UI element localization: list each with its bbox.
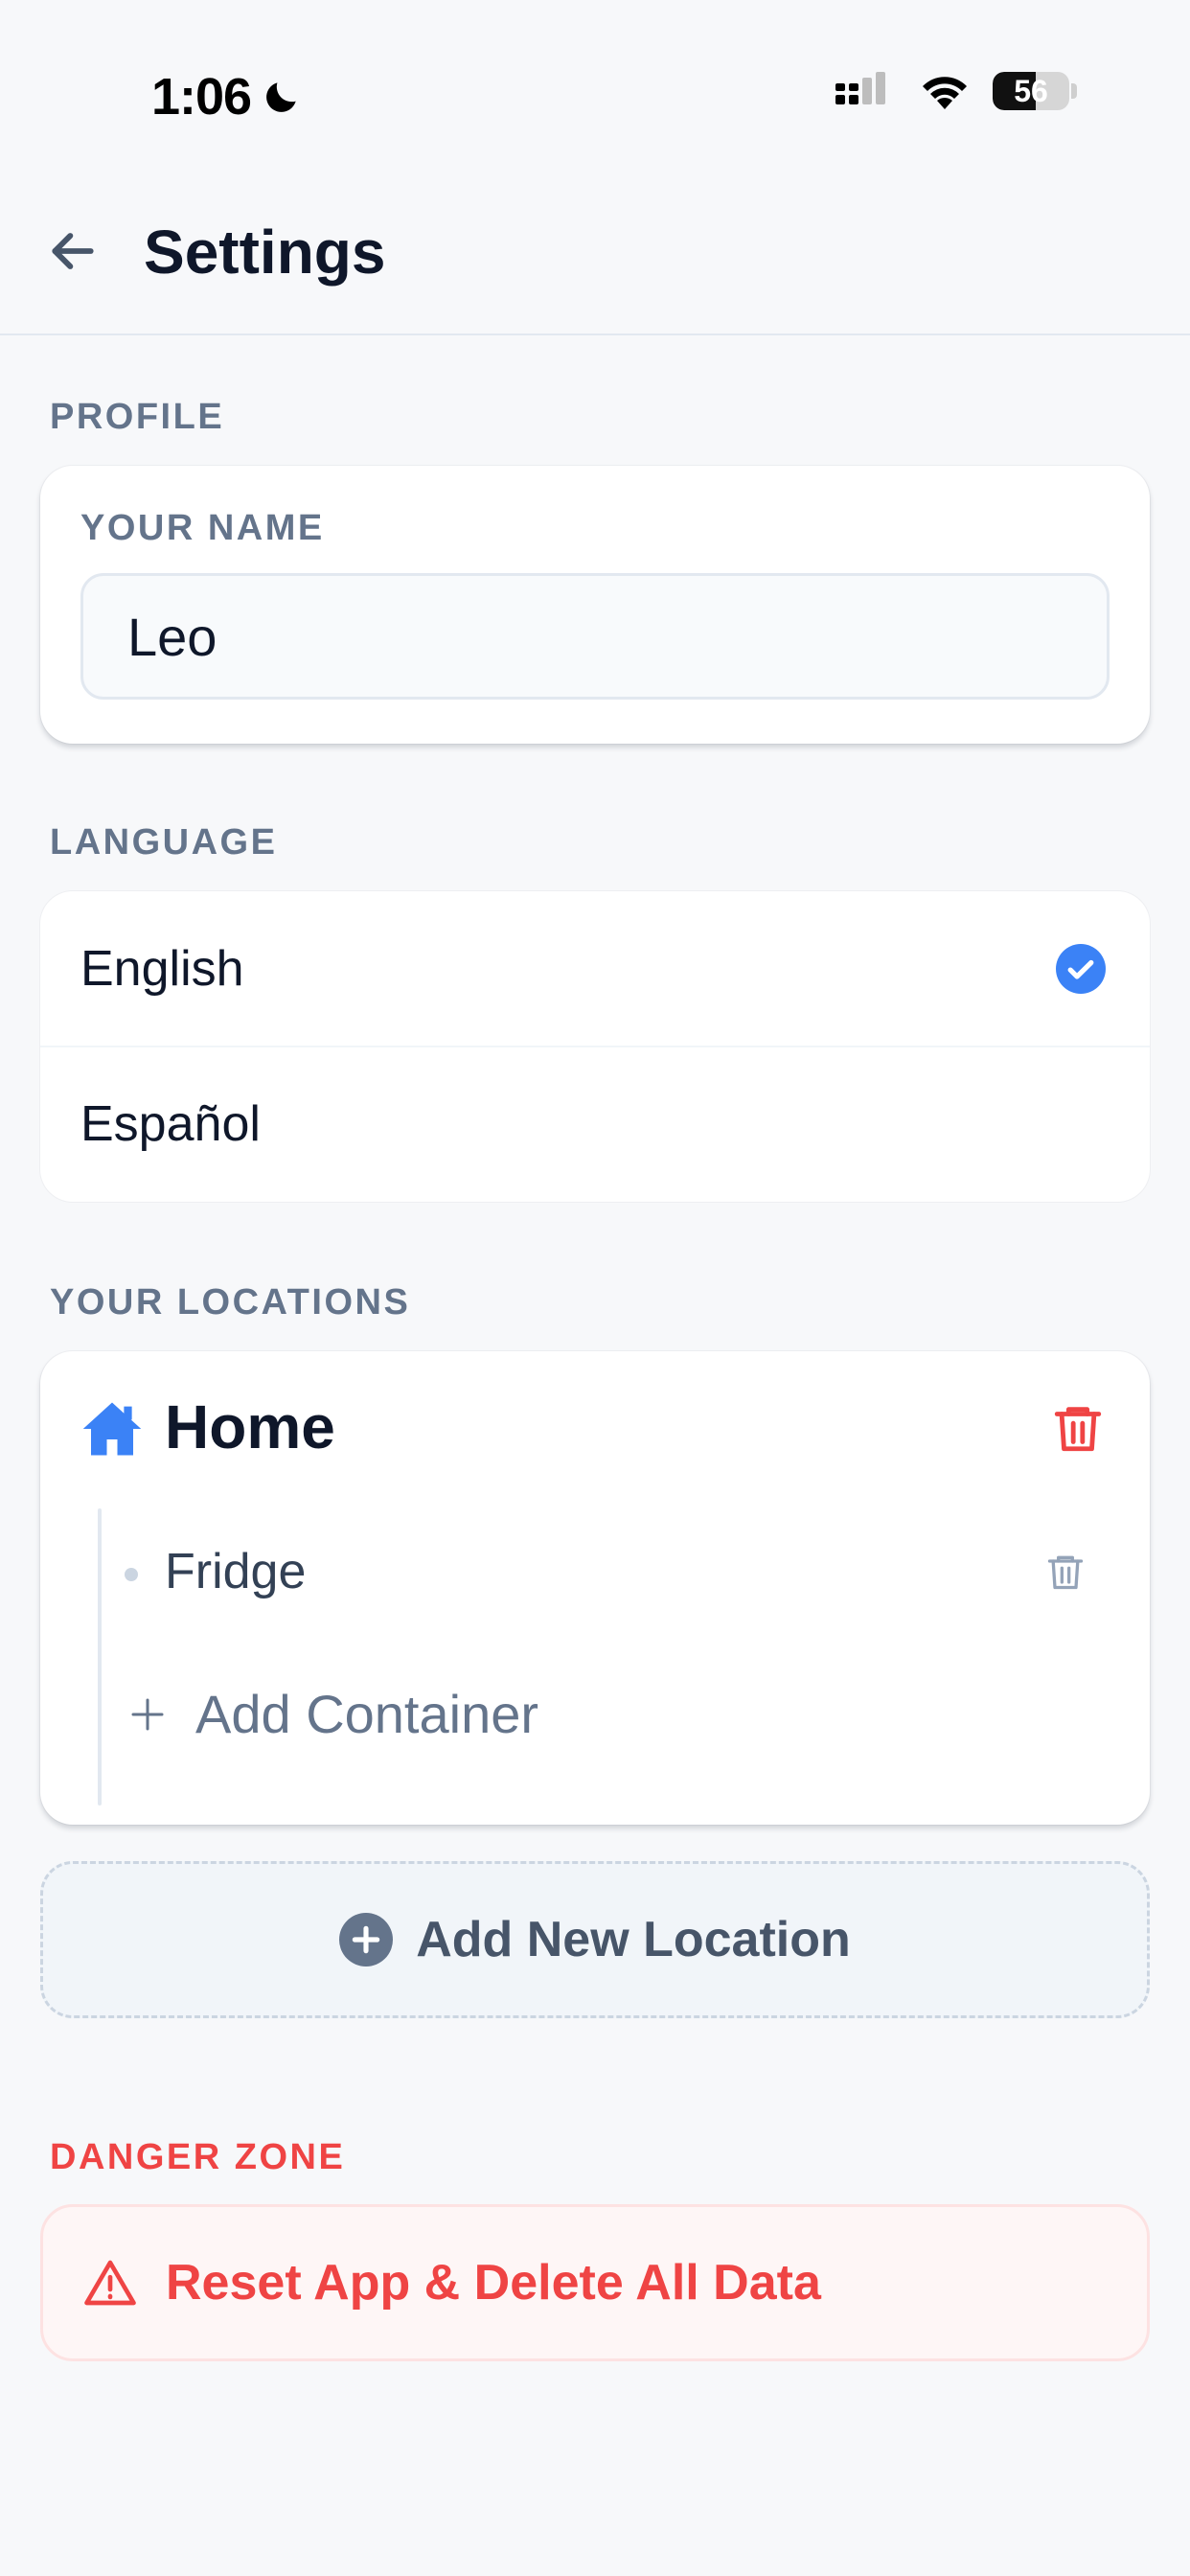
- section-label-locations: YOUR LOCATIONS: [50, 1282, 411, 1322]
- trash-icon[interactable]: [1050, 1399, 1106, 1457]
- settings-screen: 1:06 56 Settings PROFILE YOUR NAME Leo L…: [0, 0, 1190, 2576]
- name-field-label: YOUR NAME: [80, 508, 325, 548]
- location-card-home: Home Fridge Add Container: [40, 1351, 1150, 1825]
- language-card: English Español: [40, 891, 1150, 1202]
- moon-icon: [266, 82, 296, 112]
- cellular-signal-icon: [835, 72, 885, 104]
- add-container-label: Add Container: [195, 1684, 539, 1744]
- bullet-dot: [125, 1568, 138, 1581]
- name-input[interactable]: [80, 573, 1110, 700]
- profile-card: YOUR NAME: [40, 466, 1150, 744]
- status-icons: 56: [835, 71, 1077, 111]
- status-time-text: 1:06: [151, 68, 252, 126]
- section-label-danger-zone: DANGER ZONE: [50, 2137, 346, 2177]
- reset-app-label: Reset App & Delete All Data: [166, 2255, 821, 2311]
- language-option-label: Español: [80, 1096, 261, 1152]
- section-label-profile: PROFILE: [50, 397, 225, 437]
- battery-percent: 56: [1014, 73, 1048, 108]
- home-icon: [82, 1402, 142, 1456]
- header: Settings: [0, 192, 1190, 335]
- battery-tip: [1071, 83, 1077, 99]
- plus-circle-icon: [339, 1913, 394, 1966]
- add-location-button[interactable]: Add New Location: [40, 1861, 1150, 2018]
- add-location-label: Add New Location: [416, 1912, 851, 1967]
- status-time: 1:06: [151, 67, 303, 126]
- check-circle-icon: [1056, 944, 1106, 994]
- warning-icon: [84, 2260, 136, 2306]
- wifi-icon: [923, 77, 967, 109]
- container-name: Fridge: [165, 1544, 307, 1599]
- plus-icon: [131, 1698, 164, 1730]
- back-arrow-icon[interactable]: [42, 220, 103, 282]
- language-option-label: English: [80, 941, 244, 997]
- add-container-button[interactable]: Add Container: [128, 1683, 538, 1745]
- page-title: Settings: [144, 218, 386, 287]
- section-label-language: LANGUAGE: [50, 822, 278, 862]
- trash-icon[interactable]: [1044, 1549, 1087, 1595]
- reset-app-button[interactable]: Reset App & Delete All Data: [40, 2204, 1150, 2361]
- status-bar: 1:06 56: [0, 0, 1190, 144]
- language-option-english[interactable]: English: [40, 891, 1150, 1046]
- tree-line: [98, 1508, 102, 1806]
- location-name: Home: [165, 1392, 335, 1461]
- language-option-espanol[interactable]: Español: [40, 1046, 1150, 1202]
- battery-indicator: 56: [993, 72, 1069, 110]
